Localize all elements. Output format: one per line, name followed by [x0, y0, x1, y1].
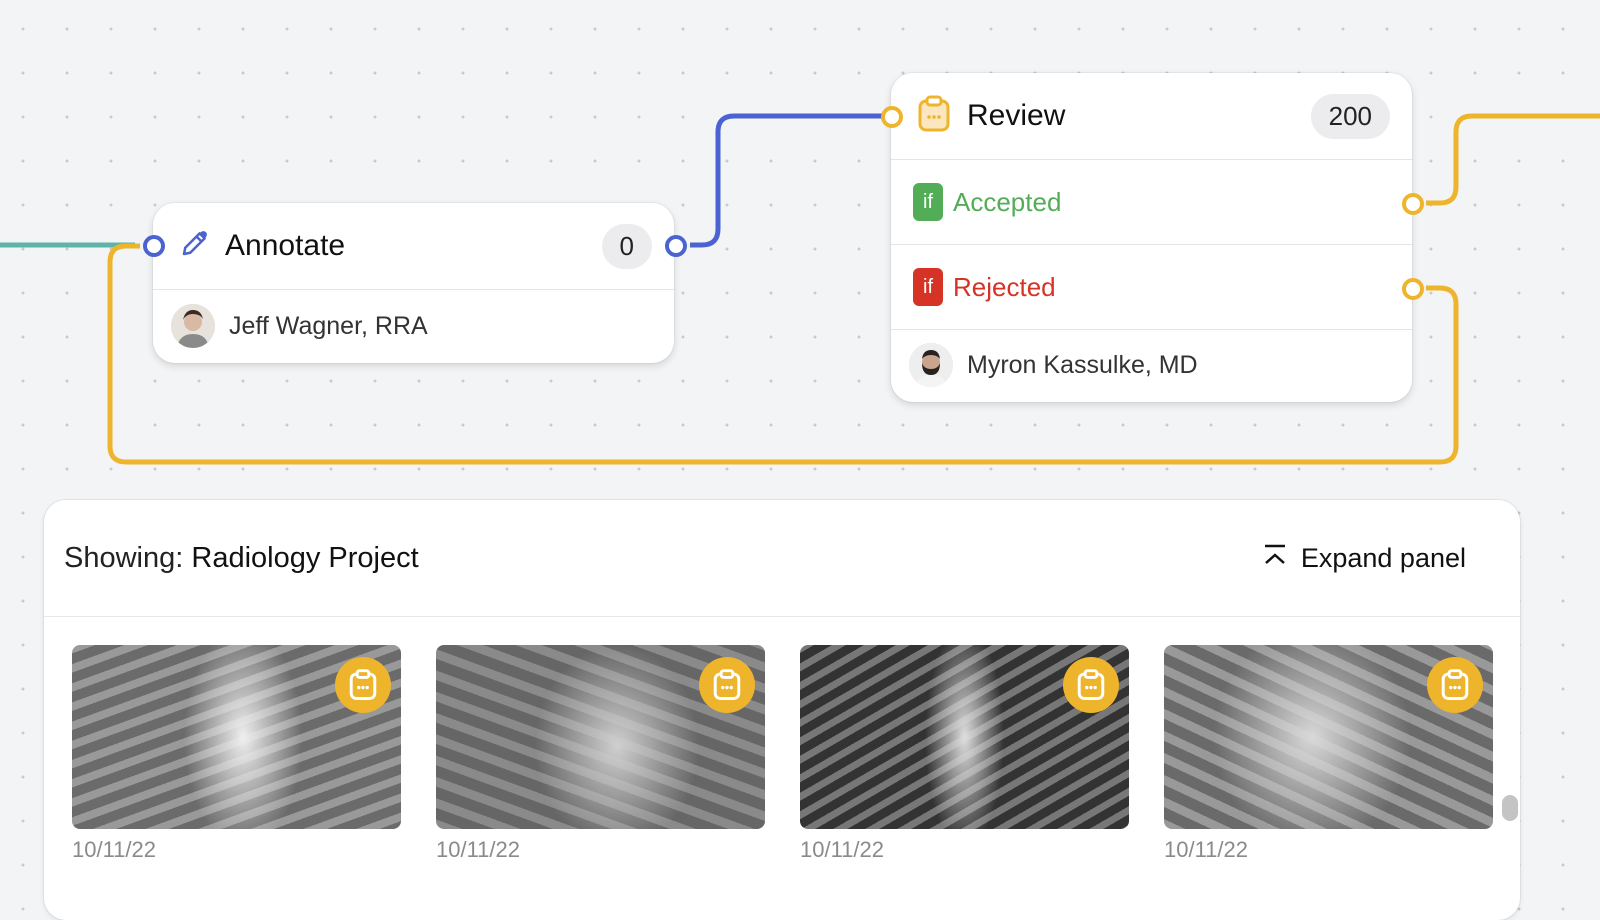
annotate-output-port[interactable]: [665, 235, 687, 257]
xray-thumbnail[interactable]: [72, 645, 401, 829]
expand-panel-label: Expand panel: [1300, 542, 1466, 573]
list-item[interactable]: 10/11/22: [436, 645, 765, 863]
list-item[interactable]: 10/11/22: [800, 645, 1129, 863]
assignee-name: Jeff Wagner, RRA: [229, 311, 428, 340]
xray-thumbnail[interactable]: [436, 645, 765, 829]
edge-accepted-next: [1426, 113, 1600, 206]
expand-up-icon: [1263, 543, 1287, 574]
image-date: 10/11/22: [1164, 837, 1249, 862]
showing-label: Showing: Radiology Project: [64, 542, 1263, 575]
project-panel: Showing: Radiology Project Expand panel …: [44, 500, 1520, 920]
review-status-badge: [699, 657, 755, 713]
if-badge: if: [913, 183, 943, 221]
image-date: 10/11/22: [436, 837, 521, 862]
expand-panel-button[interactable]: Expand panel: [1263, 543, 1466, 574]
list-item[interactable]: 10/11/22: [72, 645, 401, 863]
review-status-badge: [335, 657, 391, 713]
task-count-badge: 200: [1310, 93, 1390, 139]
avatar: [171, 304, 215, 348]
image-date: 10/11/22: [72, 837, 157, 862]
task-count-badge: 0: [601, 223, 652, 269]
assignee-name: Myron Kassulke, MD: [967, 350, 1198, 379]
annotate-node[interactable]: Annotate 0 Jeff Wagner, RRA: [153, 203, 674, 363]
rejected-output-port[interactable]: [1402, 278, 1424, 300]
condition-accepted[interactable]: if Accepted: [891, 160, 1412, 245]
image-list: 10/11/22 10/11/22 10/11/22 10/11/22: [72, 645, 1493, 863]
node-title: Annotate: [225, 229, 346, 262]
condition-rejected[interactable]: if Rejected: [891, 245, 1412, 330]
review-status-badge: [1427, 657, 1483, 713]
scrollbar-thumb[interactable]: [1502, 795, 1518, 821]
review-status-badge: [1063, 657, 1119, 713]
project-name: Radiology Project: [191, 541, 419, 574]
xray-thumbnail[interactable]: [1164, 645, 1493, 829]
if-badge: if: [913, 268, 943, 306]
avatar: [909, 343, 953, 387]
condition-label: Accepted: [953, 186, 1062, 217]
condition-label: Rejected: [953, 271, 1056, 302]
clipboard-icon: [917, 95, 951, 138]
edge-annotate-review: [690, 113, 885, 248]
showing-prefix: Showing:: [64, 541, 184, 574]
node-title: Review: [967, 99, 1066, 132]
review-input-port[interactable]: [881, 106, 903, 128]
list-item[interactable]: 10/11/22: [1164, 645, 1493, 863]
xray-thumbnail[interactable]: [800, 645, 1129, 829]
accepted-output-port[interactable]: [1402, 193, 1424, 215]
review-node[interactable]: Review 200 if Accepted if Rejected Myron…: [891, 73, 1412, 402]
image-date: 10/11/22: [800, 837, 885, 862]
pencil-icon: [179, 229, 209, 264]
annotate-input-port[interactable]: [143, 235, 165, 257]
